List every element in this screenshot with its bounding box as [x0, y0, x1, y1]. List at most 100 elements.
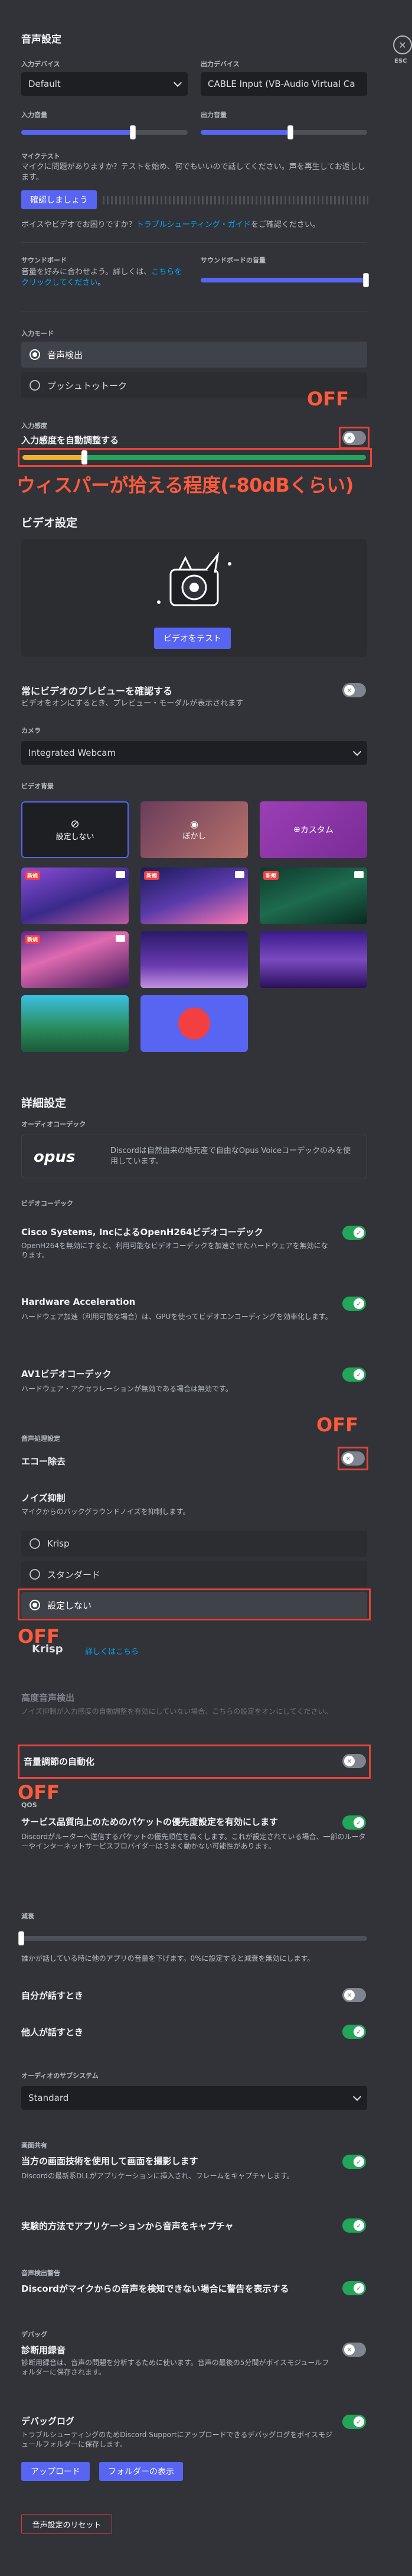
input-device-value: Default — [28, 79, 61, 89]
annotation-off-2: OFF — [316, 1414, 358, 1436]
soundboard-volume-label: サウンドボードの音量 — [201, 256, 266, 264]
noise-title: ノイズ抑制 — [21, 1493, 66, 1503]
output-device-label: 出力デバイス — [201, 60, 240, 68]
voice-warning-label: 音声検出警告 — [21, 2269, 60, 2277]
soundboard-volume-fill — [201, 278, 366, 282]
none-icon: ⊘ — [70, 818, 80, 830]
help-prefix: ボイスやビデオでお困りですか？ — [21, 220, 136, 229]
attenuation-slider[interactable] — [18, 1931, 367, 1945]
voice-warning-toggle[interactable]: ✓ — [342, 2281, 366, 2295]
input-volume-label: 入力音量 — [21, 111, 47, 119]
voice-warning-title: Discordがマイクからの音声を検知できない場合に警告を表示する — [21, 2283, 289, 2294]
noise-option-none[interactable]: 設定しない — [21, 1592, 367, 1618]
close-button[interactable]: ✕ — [393, 35, 412, 54]
soundboard-volume-slider[interactable] — [201, 273, 369, 287]
new-badge: 新規 — [25, 935, 41, 944]
video-preview-toggle[interactable]: ✕ — [342, 683, 366, 697]
troubleshooting-link[interactable]: トラブルシューティング・ガイド — [136, 220, 251, 229]
background-tile[interactable]: 新規 — [140, 868, 248, 924]
background-tile[interactable]: 新規 — [21, 931, 129, 988]
video-preview-desc: ビデオをオンにするとき、プレビュー・モーダルが表示されます — [21, 699, 244, 708]
subsystem-select[interactable]: Standard — [21, 2086, 367, 2110]
radio-icon — [30, 380, 40, 391]
av1-toggle[interactable]: ✓ — [342, 1367, 366, 1382]
sensitivity-bar[interactable] — [22, 450, 366, 464]
video-icon — [235, 871, 244, 878]
new-badge: 新規 — [25, 871, 41, 880]
background-tile[interactable] — [140, 931, 248, 988]
hwaccel-toggle[interactable]: ✓ — [342, 1297, 366, 1311]
noise-option-label: 設定しない — [47, 1600, 92, 1611]
check-icon: ✓ — [354, 2416, 364, 2427]
soundboard-desc: 音量を好みに合わせよう。詳しくは、こちらをクリックしてください。 — [21, 267, 187, 288]
camera-illustration-icon — [157, 551, 231, 606]
background-blur-tile[interactable]: ◉ ぼかし — [140, 801, 248, 858]
diag-recording-toggle[interactable]: ✕ — [342, 2343, 366, 2357]
video-section-title: ビデオ設定 — [21, 517, 78, 530]
output-device-select[interactable]: CABLE Input (VB-Audio Virtual Ca — [201, 72, 367, 96]
advanced-section-title: 詳細設定 — [21, 1097, 67, 1110]
input-volume-fill — [21, 130, 133, 135]
input-volume-slider[interactable] — [21, 125, 188, 139]
mic-test-button[interactable]: 確認しましょう — [21, 190, 97, 209]
soundboard-volume-handle[interactable] — [363, 273, 369, 287]
noise-option-standard[interactable]: スタンダード — [21, 1561, 367, 1587]
screen-capture-toggle[interactable]: ✓ — [342, 2155, 366, 2169]
background-tile[interactable] — [21, 995, 129, 1052]
video-test-button[interactable]: ビデオをテスト — [154, 628, 231, 649]
output-volume-handle[interactable] — [287, 125, 294, 139]
chevron-down-icon — [352, 2092, 362, 2101]
input-volume-handle[interactable] — [129, 125, 136, 139]
toggle-off-icon: ✕ — [344, 2344, 355, 2355]
when-others-speak-toggle[interactable]: ✓ — [342, 2025, 366, 2039]
input-device-select[interactable]: Default — [21, 72, 188, 96]
sensitivity-handle[interactable] — [81, 450, 87, 464]
background-tile[interactable] — [260, 931, 367, 988]
video-preview-title: 常にビデオのプレビューを確認する — [21, 686, 173, 697]
codec-label: オーディオコーデック — [21, 1120, 86, 1128]
background-tile[interactable]: 新規 — [260, 868, 367, 924]
bg-blur-label: ぼかし — [182, 832, 206, 841]
noise-option-krisp[interactable]: Krisp — [21, 1531, 367, 1557]
input-device-label: 入力デバイス — [21, 60, 60, 68]
upload-button[interactable]: アップロード — [21, 2462, 90, 2481]
av1-desc: ハードウェア・アクセラレーションが無効である場合は無効です。 — [21, 1385, 233, 1393]
av1-title: AV1ビデオコーデック — [21, 1369, 112, 1379]
when-i-speak-title: 自分が話すとき — [21, 1990, 84, 2001]
when-i-speak-toggle[interactable]: ✕ — [342, 1988, 366, 2002]
show-folder-button[interactable]: フォルダーの表示 — [99, 2462, 183, 2481]
agc-toggle[interactable]: ✕ — [342, 1754, 366, 1768]
krisp-learn-more-link[interactable]: 詳しくはこちら — [85, 1645, 139, 1656]
attenuation-handle[interactable] — [18, 1931, 24, 1945]
auto-sensitivity-toggle[interactable]: ✕ — [342, 431, 366, 445]
camera-label: カメラ — [21, 727, 41, 735]
debug-log-toggle[interactable]: ✓ — [342, 2415, 366, 2429]
video-icon — [354, 871, 364, 878]
background-custom-tile[interactable]: ⊕ カスタム — [260, 801, 367, 858]
screen-capture-desc: Discordの最新系DLLがアプリケーションに挿入され、フレームをキャプチャし… — [21, 2172, 294, 2180]
bg-custom-label: カスタム — [300, 826, 333, 835]
background-none-tile[interactable]: ⊘ 設定しない — [21, 801, 129, 858]
background-tile[interactable] — [140, 995, 248, 1052]
input-mode-voice-activity[interactable]: 音声検出 — [21, 342, 367, 368]
check-icon: ✓ — [354, 1369, 364, 1380]
mic-test-label: マイクテスト — [21, 152, 60, 160]
experimental-capture-toggle[interactable]: ✓ — [342, 2218, 366, 2233]
openh264-toggle[interactable]: ✓ — [342, 1226, 366, 1240]
subsystem-label: オーディオのサブシステム — [21, 2072, 99, 2080]
echo-toggle[interactable]: ✕ — [341, 1451, 365, 1466]
input-mode-option-label: 音声検出 — [47, 349, 83, 360]
custom-icon: ⊕ — [293, 825, 300, 834]
mic-test-desc: マイクに問題がありますか？テストを始め、何でもいいので話してください。声を再生し… — [21, 163, 365, 182]
radio-icon — [30, 349, 40, 360]
reset-voice-settings-button[interactable]: 音声設定のリセット — [21, 2514, 112, 2534]
chevron-down-icon — [352, 747, 362, 756]
output-volume-slider[interactable] — [201, 125, 367, 139]
diag-recording-desc: 診断用録音は、音声の問題を分析するために使います。音声の最後の5分間がボイスモジ… — [21, 2359, 329, 2377]
output-device-value: CABLE Input (VB-Audio Virtual Ca — [208, 79, 355, 89]
discord-logo-icon — [178, 1008, 210, 1040]
background-tile[interactable]: 新規 — [21, 868, 129, 924]
qos-toggle[interactable]: ✓ — [342, 1815, 366, 1830]
codec-desc: Discordは自然由来の地元産で自由なOpus Voiceコーデックのみを使用… — [110, 1146, 351, 1166]
camera-select[interactable]: Integrated Webcam — [21, 741, 367, 765]
